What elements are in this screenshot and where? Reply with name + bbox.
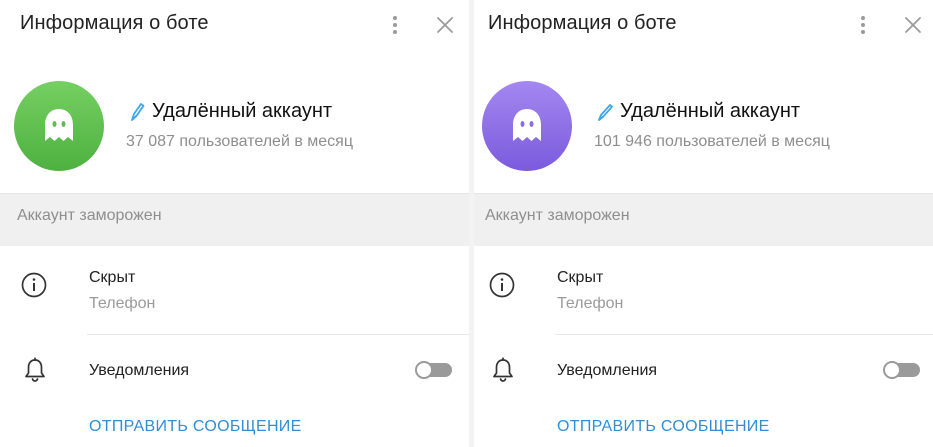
close-icon[interactable] bbox=[435, 15, 455, 35]
ghost-icon bbox=[513, 109, 541, 141]
ghost-icon bbox=[45, 109, 73, 141]
pen-icon bbox=[598, 103, 613, 121]
more-menu-button[interactable] bbox=[852, 12, 874, 38]
panel-title: Информация о боте bbox=[488, 12, 677, 34]
info-icon bbox=[489, 272, 515, 298]
frozen-banner: Аккаунт заморожен bbox=[0, 193, 469, 246]
frozen-notice: Аккаунт заморожен bbox=[17, 207, 162, 224]
avatar[interactable] bbox=[482, 81, 572, 171]
info-icon bbox=[21, 272, 47, 298]
phone-label: Телефон bbox=[89, 295, 156, 312]
phone-value[interactable]: Скрыт bbox=[557, 269, 603, 287]
profile-name-row: Удалённый аккаунт bbox=[128, 100, 332, 123]
send-message-button[interactable]: ОТПРАВИТЬ СООБЩЕНИЕ bbox=[557, 418, 770, 436]
bot-info-panel-right: Информация о боте Удалённый аккаунт 101 … bbox=[474, 0, 933, 447]
divider bbox=[87, 334, 469, 335]
avatar[interactable] bbox=[14, 81, 104, 171]
more-vertical-icon bbox=[861, 16, 865, 20]
monthly-users: 101 946 пользователей в месяц bbox=[594, 133, 830, 150]
profile-name: Удалённый аккаунт bbox=[620, 100, 801, 122]
bell-icon bbox=[493, 357, 513, 382]
notifications-label: Уведомления bbox=[89, 362, 190, 379]
pen-icon bbox=[131, 102, 145, 121]
profile-name: Удалённый аккаунт bbox=[152, 100, 333, 122]
notifications-toggle[interactable] bbox=[415, 361, 453, 379]
phone-label: Телефон bbox=[557, 295, 624, 312]
send-message-button[interactable]: ОТПРАВИТЬ СООБЩЕНИЕ bbox=[89, 418, 302, 436]
notifications-label: Уведомления bbox=[557, 362, 658, 379]
bot-info-panel-left: Информация о боте Удалённый аккаунт 37 0… bbox=[0, 0, 469, 447]
profile-name-row: Удалённый аккаунт bbox=[596, 100, 800, 123]
divider bbox=[555, 334, 933, 335]
more-vertical-icon bbox=[393, 16, 397, 20]
bell-icon bbox=[25, 357, 45, 382]
frozen-banner: Аккаунт заморожен bbox=[474, 193, 933, 246]
more-menu-button[interactable] bbox=[384, 12, 406, 38]
phone-value[interactable]: Скрыт bbox=[89, 269, 135, 287]
monthly-users: 37 087 пользователей в месяц bbox=[126, 133, 353, 150]
panel-title: Информация о боте bbox=[20, 12, 209, 34]
frozen-notice: Аккаунт заморожен bbox=[485, 207, 630, 224]
notifications-toggle[interactable] bbox=[883, 361, 921, 379]
close-icon[interactable] bbox=[903, 15, 923, 35]
